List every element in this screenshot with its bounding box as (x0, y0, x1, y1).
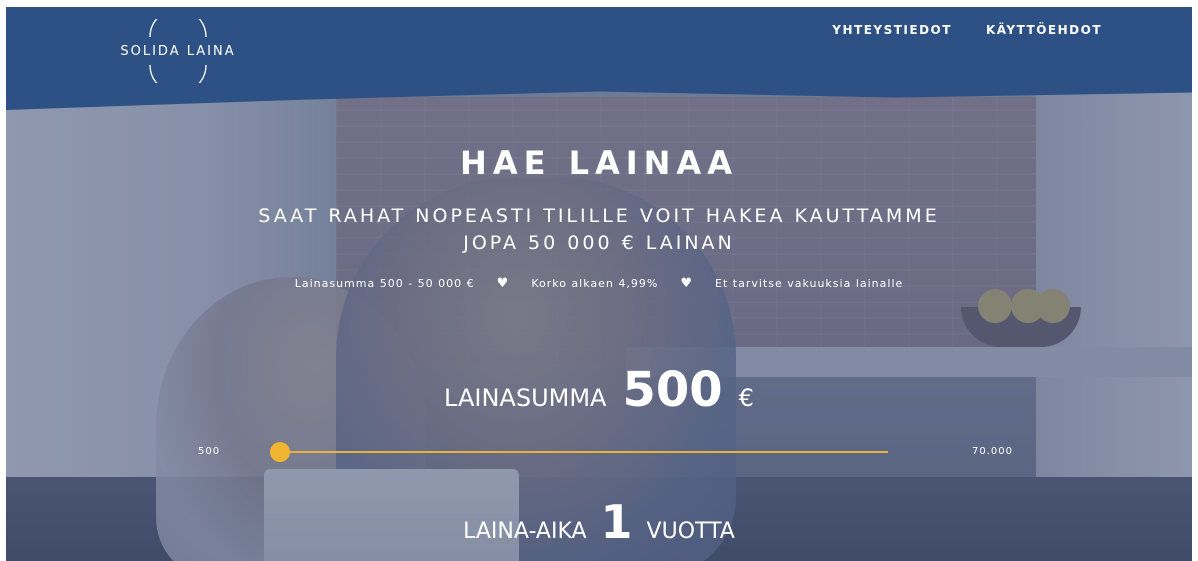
loan-amount-unit: € (738, 384, 754, 412)
feature-item: Et tarvitse vakuuksia lainalle (715, 277, 904, 290)
hero-subtitle-line1: SAAT RAHAT NOPEASTI TILILLE VOIT HAKEA K… (258, 205, 940, 227)
loan-term-display: LAINA-AIKA 1 VUOTTA (6, 495, 1192, 549)
loan-amount-value: 500 (622, 362, 723, 418)
hero-title: HAE LAINAA (460, 144, 738, 182)
site-logo[interactable]: SOLIDA LAINA (108, 19, 248, 83)
loan-term-value: 1 (600, 495, 633, 549)
page: SOLIDA LAINA YHTEYSTIEDOT KÄYTTÖEHDOT HA… (6, 7, 1192, 561)
loan-amount-label: LAINASUMMA (444, 384, 607, 412)
feature-item: Korko alkaen 4,99% (531, 277, 659, 290)
loan-term-unit: VUOTTA (646, 519, 735, 544)
loan-term-label: LAINA-AIKA (463, 519, 587, 544)
nav-link-kayttoehdot[interactable]: KÄYTTÖEHDOT (986, 23, 1102, 37)
loan-amount-display: LAINASUMMA 500 € (6, 362, 1192, 418)
nav-link-yhteystiedot[interactable]: YHTEYSTIEDOT (832, 23, 952, 37)
hero-subtitle-line2: JOPA 50 000 € LAINAN (463, 232, 735, 254)
loan-amount-slider-track[interactable] (280, 451, 888, 453)
loan-amount-slider-handle[interactable] (270, 442, 290, 462)
slider-min-label: 500 (198, 446, 221, 457)
main-nav: YHTEYSTIEDOT KÄYTTÖEHDOT (832, 23, 1102, 37)
logo-text: SOLIDA LAINA (120, 44, 236, 59)
hero-subtitle: SAAT RAHAT NOPEASTI TILILLE VOIT HAKEA K… (6, 203, 1192, 257)
heart-icon: ♥ (496, 276, 510, 291)
feature-list: Lainasumma 500 - 50 000 € ♥ Korko alkaen… (6, 276, 1192, 291)
slider-max-label: 70.000 (972, 446, 1013, 457)
feature-item: Lainasumma 500 - 50 000 € (294, 277, 475, 290)
heart-icon: ♥ (680, 276, 693, 291)
